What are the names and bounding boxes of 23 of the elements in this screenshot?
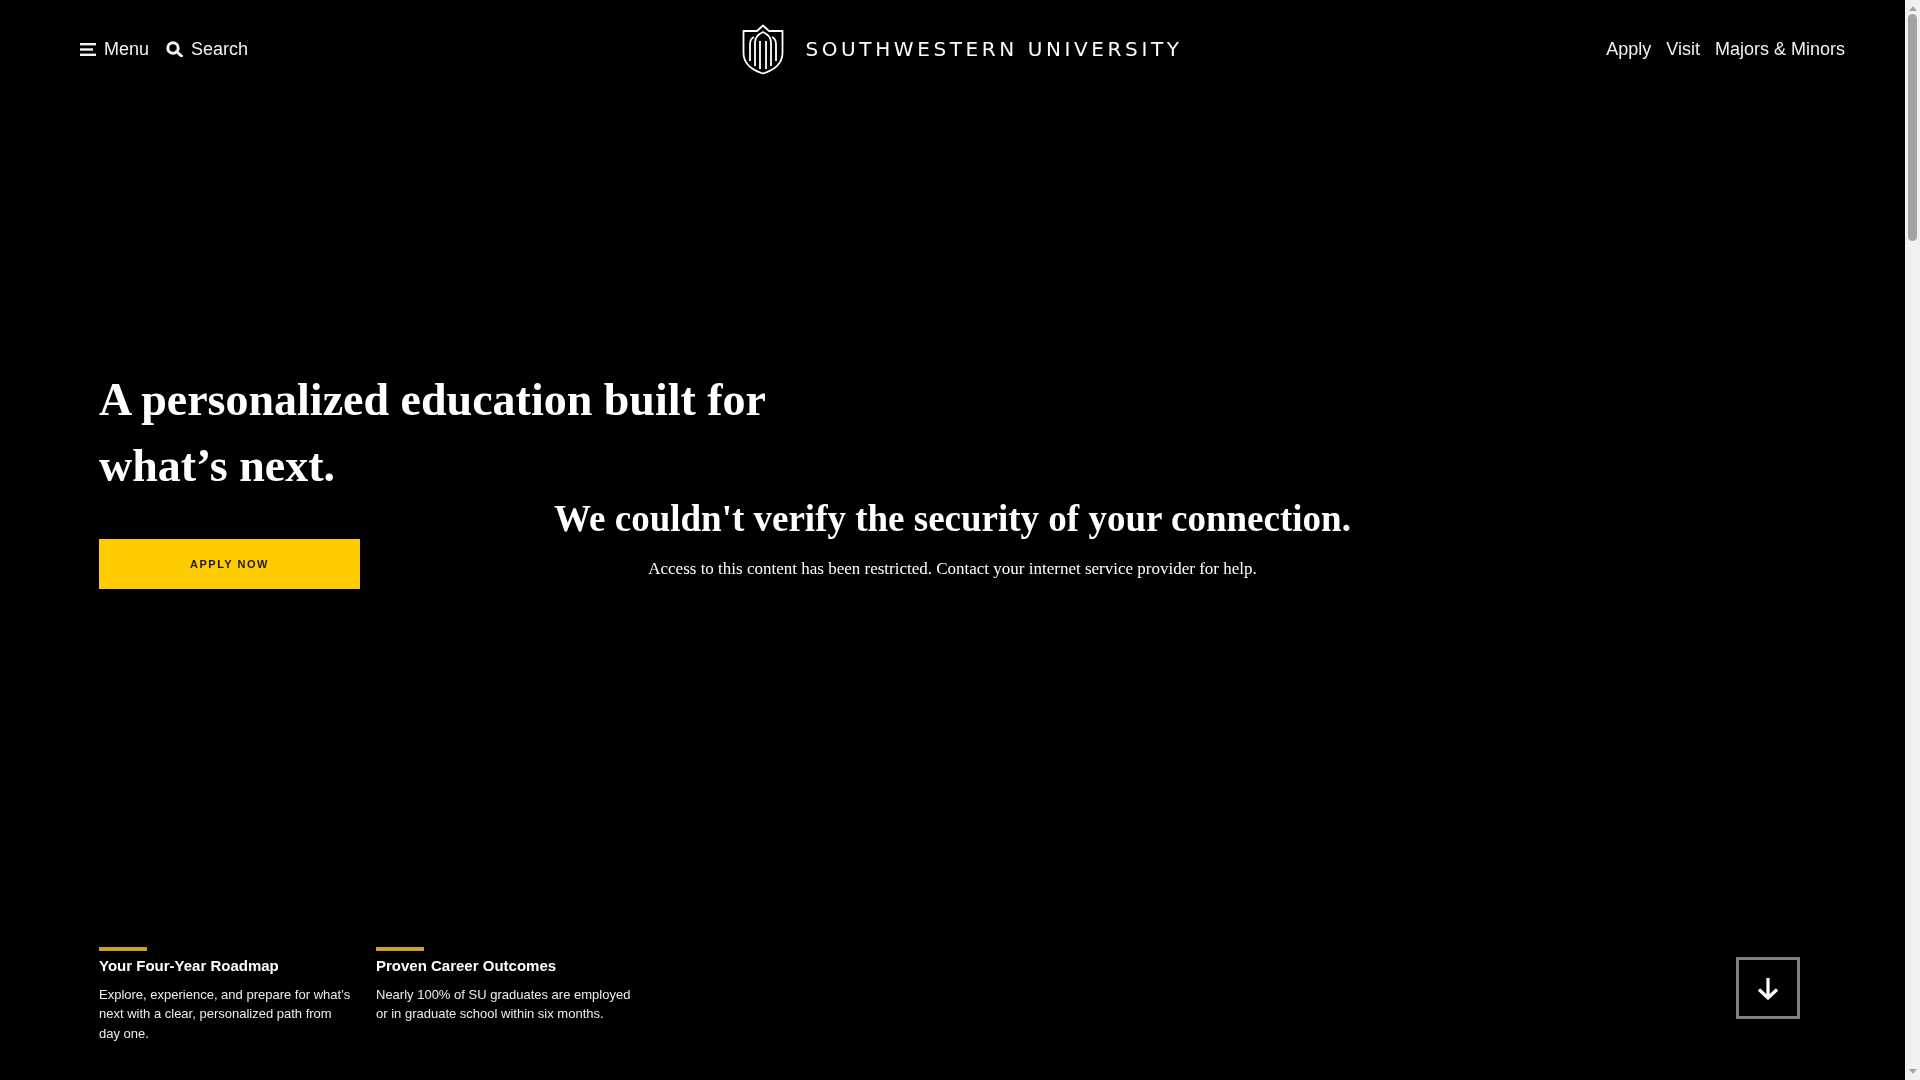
feature-title: Your Four-Year Roadmap (99, 955, 280, 976)
nav-link[interactable]: Majors & Minors (1714, 38, 1845, 60)
caret-down-icon[interactable] (1908, 1069, 1917, 1074)
scroll-down-button[interactable] (1736, 957, 1800, 1019)
scrollbar-thumb[interactable] (1908, 14, 1917, 241)
feature-text: Nearly 100% of SU graduates are employed or in graduate school within six months. (376, 985, 632, 1023)
nav-link[interactable]: Visit (1666, 38, 1700, 60)
notice-title: We couldn't verify the security of your connection. (554, 498, 1351, 540)
notice-message: Access to this content has been restricted. Contact your internet service provider for help. (648, 559, 1257, 579)
nav-link[interactable]: Apply (1606, 38, 1652, 60)
feature-title: Proven Career Outcomes (376, 955, 558, 976)
search-icon (166, 41, 184, 57)
menu-icon (80, 42, 96, 56)
menu-button[interactable]: Menu (80, 38, 150, 60)
scrollbar-track[interactable] (1905, 0, 1920, 1080)
search-button[interactable]: Search (166, 38, 249, 60)
hero-headline: A personalized education built for what’s next. (99, 373, 767, 493)
logo-link[interactable]: SOUTHWESTERN UNIVERSITY (742, 23, 1183, 75)
arrow-down-icon (1757, 976, 1779, 1000)
shield-icon (742, 23, 785, 75)
feature-text: Explore, experience, and prepare for what’s next with a clear, personalized path from day one. (99, 985, 352, 1043)
caret-up-icon[interactable] (1908, 6, 1917, 11)
apply-now-button[interactable]: APPLY NOW (99, 539, 360, 589)
